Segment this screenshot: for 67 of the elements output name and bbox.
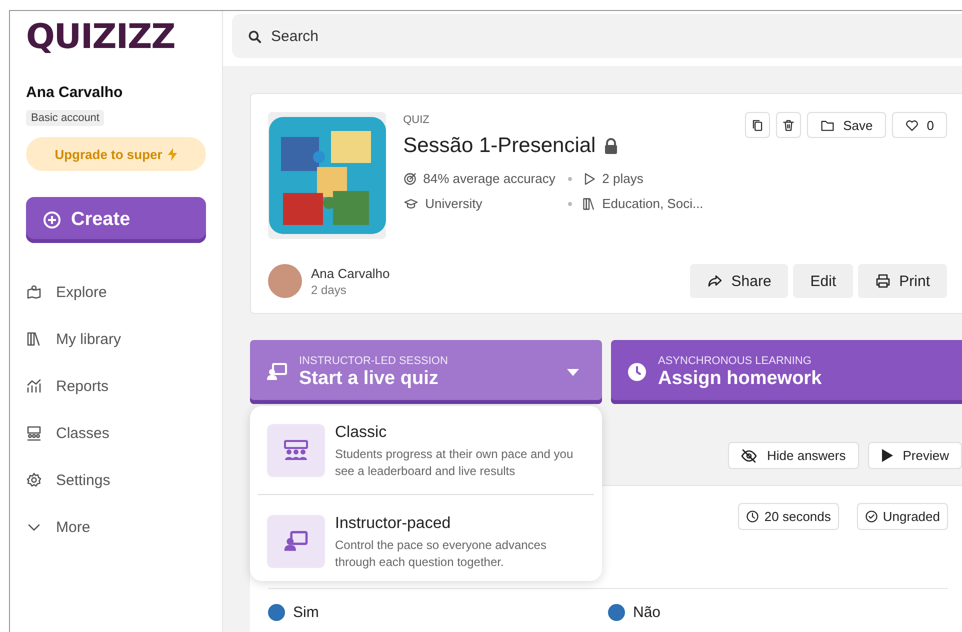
homework-button[interactable]: ASYNCHRONOUS LEARNING Assign homework (611, 340, 962, 404)
quiz-stat: 2 plays (602, 171, 644, 186)
caret-icon (567, 368, 579, 376)
copy-icon (751, 118, 764, 132)
like-button[interactable]: 0 (892, 112, 947, 138)
nav-item[interactable]: My library (26, 328, 206, 350)
nav-item[interactable]: Reports (26, 375, 206, 397)
clock-icon (628, 363, 646, 381)
print-button[interactable]: Print (858, 264, 947, 298)
audience-icon (283, 440, 309, 462)
books-icon (26, 331, 42, 347)
save-button[interactable]: Save (807, 112, 886, 138)
target-icon (403, 172, 418, 186)
choice-dot (608, 604, 625, 621)
nav-item[interactable]: Explore (26, 281, 206, 303)
play-icon (880, 449, 893, 462)
graduation-cap-icon (403, 196, 420, 210)
nav-item[interactable]: More (26, 516, 206, 538)
account-type: Basic account (26, 110, 104, 126)
avatar (268, 264, 302, 298)
preview-button[interactable]: Preview (868, 442, 962, 469)
play-icon (582, 172, 596, 186)
copy-button[interactable] (745, 112, 770, 138)
lightning-icon (168, 148, 178, 160)
quiz-stat: University (425, 196, 482, 211)
printer-icon (875, 273, 892, 289)
folder-icon (820, 118, 836, 132)
quiz-title: Sessão 1-Presencial (403, 134, 596, 158)
choice-dot (268, 604, 285, 621)
logo[interactable]: QUIZIZZ (26, 17, 175, 57)
map-icon (26, 284, 42, 300)
author-name: Ana Carvalho (311, 266, 390, 280)
grading-chip[interactable]: Ungraded (856, 503, 948, 530)
classroom-icon (26, 425, 42, 441)
nav-item[interactable]: Settings (26, 469, 206, 491)
delete-button[interactable] (776, 112, 802, 138)
lock-icon (604, 138, 618, 154)
heart-icon (904, 118, 919, 132)
share-icon (707, 273, 724, 289)
share-button[interactable]: Share (690, 264, 788, 298)
hide-answers-button[interactable]: Hide answers (728, 442, 859, 469)
search-field[interactable]: Search (232, 14, 962, 58)
answer-choice: Não (633, 604, 661, 621)
edit-button[interactable]: Edit (793, 264, 854, 298)
plus-circle-icon (43, 211, 61, 229)
quiz-type-label: QUIZ (403, 114, 430, 126)
presenter-icon (284, 531, 308, 552)
nav-item[interactable]: Classes (26, 422, 206, 444)
presenter-icon (267, 363, 287, 381)
quiz-stat: Education, Soci... (602, 196, 704, 211)
settings-icon (26, 472, 42, 488)
search-icon (248, 30, 261, 43)
books-icon (582, 196, 596, 210)
check-circle-icon (864, 510, 878, 523)
menu-item[interactable]: Classic Students progress at their own pace and you see a leaderboard and live results (258, 424, 594, 480)
eye-slash-icon (740, 448, 757, 464)
quiz-stat: 84% average accuracy (423, 171, 556, 186)
trash-icon (782, 118, 796, 132)
user-name: Ana Carvalho (26, 84, 124, 101)
create-button[interactable]: Create (26, 197, 206, 243)
clock-icon (746, 510, 760, 523)
menu-item[interactable]: Instructor-paced Control the pace so everyone advances through each question together. (258, 515, 594, 571)
live-quiz-button[interactable]: INSTRUCTOR-LED SESSION Start a live quiz (250, 340, 602, 404)
answer-choice: Sim (293, 604, 319, 621)
timestamp: 2 days (311, 282, 348, 296)
time-chip[interactable]: 20 seconds (738, 503, 839, 530)
chart-icon (26, 378, 42, 394)
